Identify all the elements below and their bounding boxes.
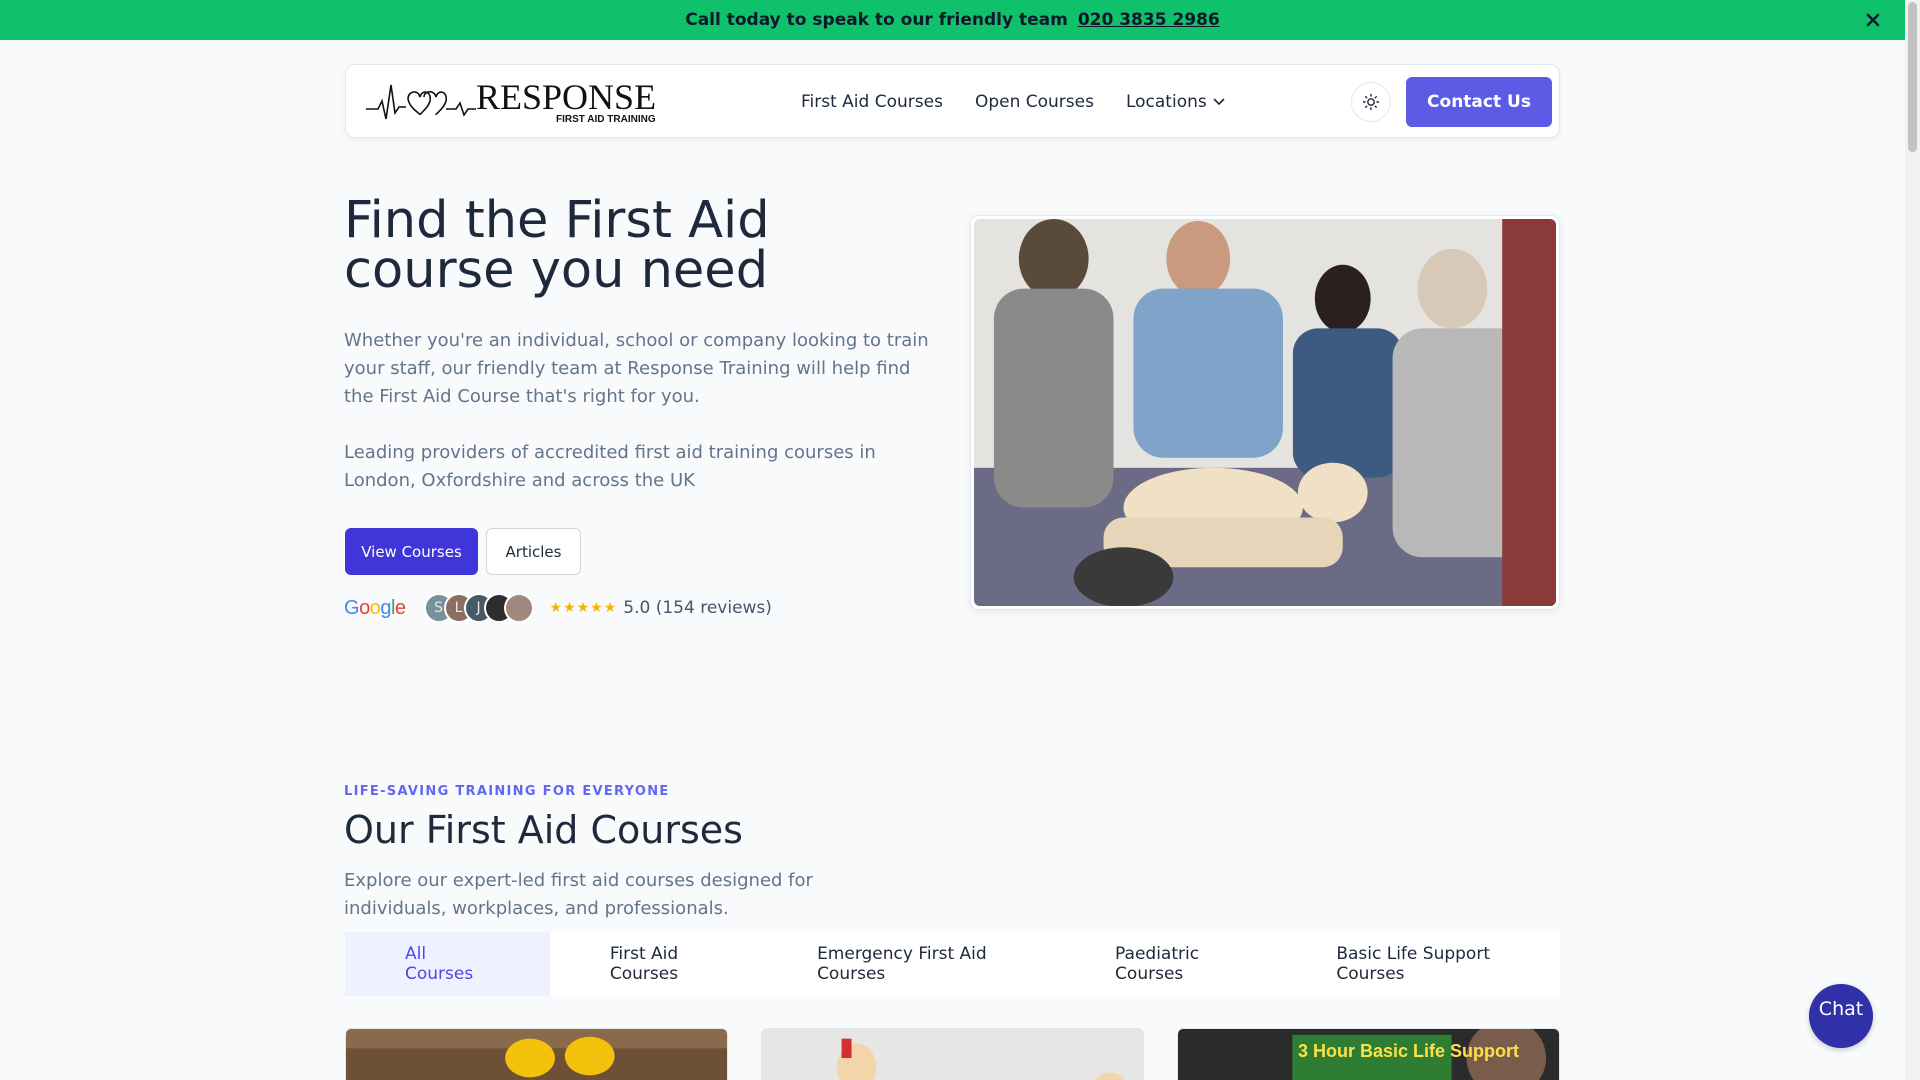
tab-paediatric-courses[interactable]: Paediatric Courses [1075,932,1296,996]
hero-image [970,215,1560,610]
hero-intro-text: Whether you're an individual, school or … [344,330,929,407]
hero-providers-text: Leading providers of accredited first ai… [344,442,876,491]
close-icon[interactable] [1861,8,1885,32]
course-category-tabs: All Courses First Aid Courses Emergency … [345,932,1560,996]
tab-emergency-first-aid-courses[interactable]: Emergency First Aid Courses [777,932,1075,996]
page-scrollbar[interactable] [1905,0,1920,1080]
course-card-overlay-title: 3 Hour Basic Life Support [1298,1041,1520,1061]
tab-all-courses[interactable]: All Courses [345,932,550,996]
nav-link-locations-label: Locations [1125,92,1207,112]
scrollbar-thumb[interactable] [1908,2,1917,152]
view-courses-button[interactable]: View Courses [345,528,478,575]
contact-us-button[interactable]: Contact Us [1406,77,1552,127]
logo-wordmark: RESPONSE [476,79,656,117]
hero-title: Find the First Aid course you need [344,191,770,300]
chevron-down-icon [1213,98,1225,106]
banner-phone-link[interactable]: 020 3835 2986 [1078,10,1220,30]
logo-subtext: FIRST AID TRAINING [556,114,656,125]
nav-link-open-courses[interactable]: Open Courses [975,92,1094,112]
articles-button[interactable]: Articles [486,528,581,575]
section-title: Our First Aid Courses [344,808,743,852]
nav-link-first-aid-courses[interactable]: First Aid Courses [801,92,943,112]
site-logo[interactable]: RESPONSE FIRST AID TRAINING [364,77,664,125]
course-card[interactable]: 3 Hour Basic Life Support [1177,1028,1560,1080]
tab-basic-life-support-courses[interactable]: Basic Life Support Courses [1296,932,1560,996]
main-navigation: RESPONSE FIRST AID TRAINING First Aid Co… [345,64,1560,138]
course-card[interactable] [345,1028,728,1080]
section-eyebrow: LIFE-SAVING TRAINING FOR EVERYONE [344,784,670,799]
reviewer-avatars: S L J [423,593,534,623]
google-reviews[interactable]: Google S L J ★★★★★ 5.0 (154 reviews) [344,593,772,623]
announcement-banner: Call today to speak to our friendly team… [0,0,1905,40]
google-logo: Google [344,596,406,619]
course-card[interactable] [761,1028,1144,1080]
section-description: Explore our expert-led first aid courses… [344,870,813,919]
review-count: 5.0 (154 reviews) [623,598,772,618]
nav-link-locations[interactable]: Locations [1126,92,1225,112]
avatar [503,593,534,623]
banner-text: Call today to speak to our friendly team [685,10,1068,30]
chat-button[interactable]: Chat [1809,984,1873,1048]
sun-icon [1362,93,1380,111]
tab-first-aid-courses[interactable]: First Aid Courses [550,932,777,996]
theme-toggle-button[interactable] [1351,82,1391,122]
nav-links: First Aid Courses Open Courses Locations [801,65,1225,139]
star-rating-icon: ★★★★★ [549,600,618,616]
